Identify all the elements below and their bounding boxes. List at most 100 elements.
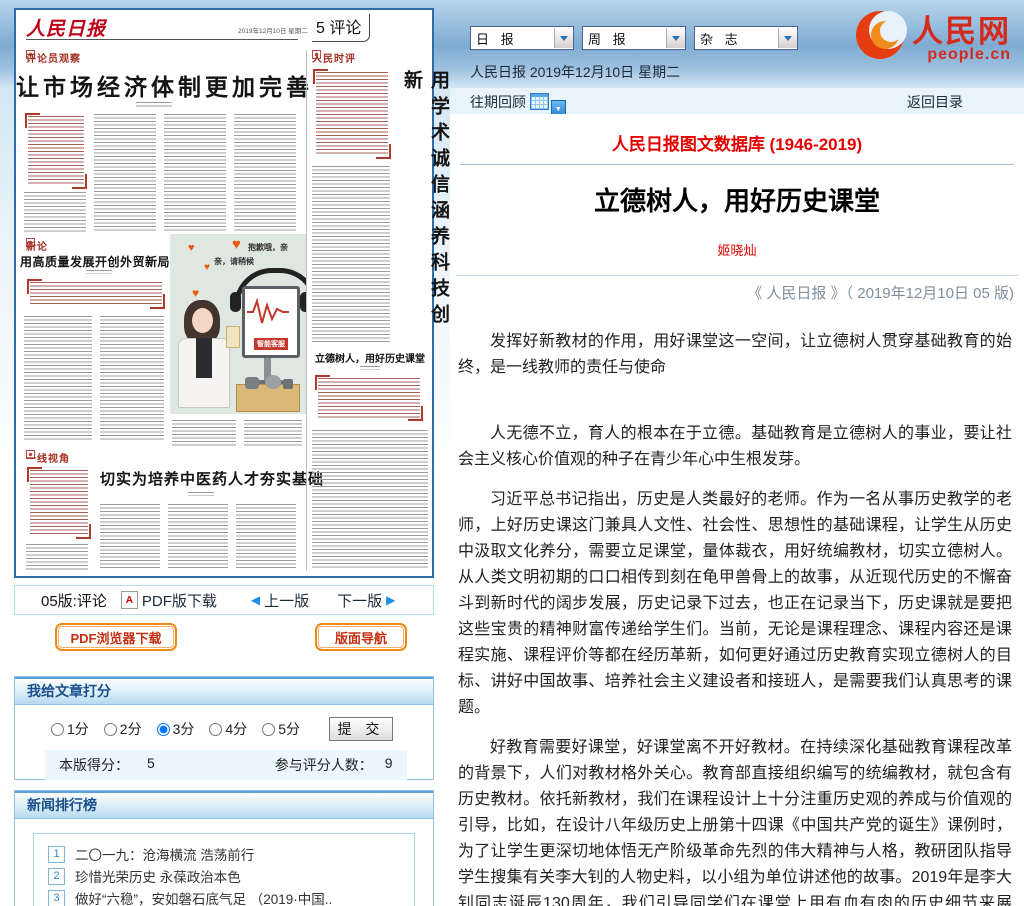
rank-number: 1: [48, 846, 65, 863]
newsprint-text-block: [94, 114, 156, 232]
column-divider: [306, 50, 307, 570]
archive-label: 往期回顾: [470, 94, 526, 110]
rating-option-label: 2分: [120, 719, 142, 739]
newspaper-page-scan: 人民日报 2019年12月10日 星期二 5 评论 评论员观察 让市场经济体制更…: [14, 8, 434, 578]
newsprint-text-block: [312, 430, 428, 570]
return-to-toc-link[interactable]: 返回目录: [907, 92, 963, 112]
rating-panel-title: 我给文章打分: [15, 677, 433, 705]
ranking-item[interactable]: 1 二〇一九：沧海横流 浩荡前行: [48, 843, 414, 865]
ranking-panel-title: 新闻排行榜: [15, 791, 433, 819]
next-page-link[interactable]: 下一版: [337, 590, 382, 611]
heart-icon: ♥: [192, 286, 199, 300]
rating-radio-1[interactable]: [51, 723, 64, 736]
page-root: 日 报 周 报 杂 志 人民日报 2019年12月10日 星期二 人民网 peo…: [0, 0, 1024, 906]
ranking-item[interactable]: 3 做好“六稳”，安如磐石底气足 （2019·中国..: [48, 887, 414, 906]
newsprint-text-block: [168, 504, 228, 570]
submit-rating-button[interactable]: 提 交: [329, 717, 393, 741]
newspaper-page-label: 5 评论: [312, 14, 370, 42]
newsprint-pullquote: [30, 282, 162, 306]
rating-radio-5[interactable]: [262, 723, 275, 736]
newsprint-text-block: [100, 316, 164, 442]
rating-radio-3[interactable]: [157, 723, 170, 736]
pdf-icon: A: [121, 591, 138, 609]
ranking-item[interactable]: 2 珍惜光荣历史 永葆政治本色: [48, 865, 414, 887]
prev-page-link[interactable]: 上一版: [264, 590, 309, 611]
article-paragraph: 发挥好新教材的作用，用好课堂这一空间，让立德树人贯穿基础教育的始终，是一线教师的…: [458, 329, 1012, 381]
old-phone: [283, 379, 293, 389]
logo-swirl-icon: [852, 9, 908, 61]
rating-option-label: 3分: [173, 719, 195, 739]
rating-radio-4[interactable]: [209, 723, 222, 736]
woman-shirt: [196, 338, 212, 378]
rating-option-3[interactable]: 3分: [157, 719, 195, 739]
cartoon-speech-2: 亲，请稍候: [214, 256, 254, 267]
ranking-list: 1 二〇一九：沧海横流 浩荡前行 2 珍惜光荣历史 永葆政治本色 3 做好“六稳…: [33, 833, 415, 906]
count-label: 参与评分人数：: [275, 755, 373, 775]
newspaper-masthead: 人民日报: [26, 14, 106, 41]
article-paragraph: 人无德不立，育人的根本在于立德。基础教育是立德树人的事业，要让社会主义核心价值观…: [458, 421, 1012, 473]
cartoon-speech-1: 抱歉哦，亲: [248, 242, 288, 253]
weekly-paper-select[interactable]: 周 报: [582, 26, 686, 50]
newspaper-date: 2019年12月10日 星期二: [238, 25, 308, 35]
article-title: 立德树人，用好历史课堂: [450, 181, 1024, 218]
masthead-rule: [26, 39, 298, 40]
rating-option-label: 1分: [67, 719, 89, 739]
people-cn-logo[interactable]: 人民网 people.cn: [852, 6, 1011, 64]
article-paragraph: 习近平总书记指出，历史是人类最好的老师。作为一名从事历史教学的老师，上好历史课这…: [458, 487, 1012, 721]
rank-title[interactable]: 珍惜光荣历史 永葆政治本色: [75, 866, 241, 886]
newsprint-pullquote: [30, 470, 88, 536]
rating-option-label: 4分: [225, 719, 247, 739]
article-source: 《 人民日报 》（ 2019年12月10日 05 版): [456, 275, 1018, 303]
rank-number: 3: [48, 890, 65, 906]
logo-en-text: people.cn: [912, 46, 1011, 64]
magazine-select-value: 杂 志: [695, 29, 778, 48]
rating-score-row: 本版得分： 5 参与评分人数： 9: [45, 750, 407, 780]
headline-market-economy: 让市场经济体制更加完善: [16, 68, 300, 102]
rank-title[interactable]: 做好“六稳”，安如磐石底气足 （2019·中国..: [75, 888, 332, 906]
score-label: 本版得分：: [59, 755, 129, 775]
box-of-old-phones: [236, 384, 300, 412]
daily-paper-select-value: 日 报: [471, 29, 554, 48]
cartoon-illustration: ♥ ♥ ♥ ♥ ♥ 抱歉哦，亲 亲，请稍候 智能客服: [170, 234, 306, 414]
pdf-browser-download-button[interactable]: PDF浏览器下载: [55, 623, 177, 651]
newsprint-pullquote: [318, 378, 420, 418]
newsprint-text-block: [100, 504, 160, 570]
rating-option-label: 5分: [278, 719, 300, 739]
headphone-pad: [230, 292, 241, 312]
article-area: 人民日报图文数据库 (1946-2019) 立德树人，用好历史课堂 姬晓灿 《 …: [450, 114, 1024, 906]
score-value: 5: [147, 755, 155, 775]
daily-paper-select[interactable]: 日 报: [470, 26, 574, 50]
heart-icon: ♥: [232, 236, 241, 253]
rating-option-2[interactable]: 2分: [104, 719, 142, 739]
newsprint-text-block: [234, 114, 296, 232]
rating-panel: 我给文章打分 1分 2分 3分 4分 5分 提 交 本版得分： 5 参与评分人数…: [14, 676, 434, 780]
headline-foreign-trade: 用高质量发展开创外贸新局面: [20, 253, 180, 270]
rank-title[interactable]: 二〇一九：沧海横流 浩荡前行: [75, 844, 254, 864]
page-navigation-button[interactable]: 版面导航: [315, 623, 407, 651]
newsprint-pullquote: [316, 72, 388, 156]
newsprint-byline: [86, 270, 112, 274]
paper-date-text: 人民日报 2019年12月10日 星期二: [470, 62, 680, 82]
chevron-down-icon[interactable]: [554, 28, 573, 48]
newsprint-caption: [244, 420, 302, 446]
prev-arrow-icon[interactable]: ◀: [251, 593, 260, 607]
rating-option-4[interactable]: 4分: [209, 719, 247, 739]
news-ranking-panel: 新闻排行榜 1 二〇一九：沧海横流 浩荡前行 2 珍惜光荣历史 永葆政治本色 3…: [14, 790, 434, 906]
rating-option-1[interactable]: 1分: [51, 719, 89, 739]
calendar-icon[interactable]: [530, 93, 549, 110]
rating-radio-2[interactable]: [104, 723, 117, 736]
rating-option-5[interactable]: 5分: [262, 719, 300, 739]
article-body: 发挥好新教材的作用，用好课堂这一空间，让立德树人贯穿基础教育的始终，是一线教师的…: [458, 329, 1012, 906]
pdf-download-link[interactable]: PDF版下载: [142, 590, 217, 611]
magazine-select[interactable]: 杂 志: [694, 26, 798, 50]
newsprint-pullquote: [28, 116, 84, 186]
waveform-icon: [245, 297, 291, 327]
newsprint-text-block: [24, 192, 86, 232]
phone-in-hand: [226, 326, 240, 348]
next-arrow-icon[interactable]: ▶: [386, 593, 395, 607]
chevron-down-icon[interactable]: [666, 28, 685, 48]
woman-face: [192, 308, 213, 333]
chevron-down-icon[interactable]: [778, 28, 797, 48]
article-author[interactable]: 姬晓灿: [450, 240, 1024, 259]
heart-icon: ♥: [188, 242, 195, 254]
